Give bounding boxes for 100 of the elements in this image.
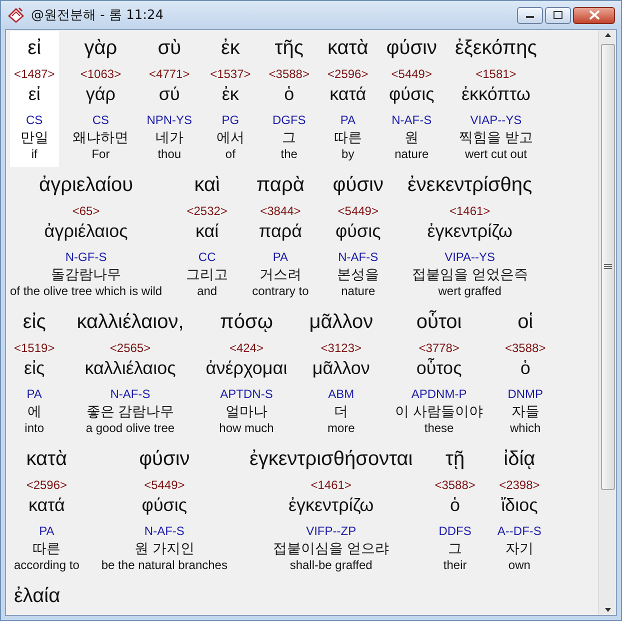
english-gloss: more: [327, 421, 355, 436]
close-icon: [588, 10, 600, 20]
korean-gloss: 그: [282, 128, 296, 147]
greek-word: ἐγκεντρισθήσονται: [249, 447, 413, 472]
word-block[interactable]: τῇ <3588> ὁ DDFS 그 their: [430, 442, 480, 578]
word-block[interactable]: σὺ <4771> σύ NPN-YS 네가 thou: [142, 31, 196, 167]
word-block[interactable]: ἀγριελαίου <65> ἀγριέλαιος N-GF-S 돌감람나무 of the olive tree which is wild: [6, 168, 166, 304]
korean-gloss: 좋은 감람나무: [86, 402, 174, 421]
strong-number: <1581>: [476, 66, 516, 82]
lexical-form: καλλιέλαιος: [84, 357, 176, 380]
lexical-form: καί: [195, 220, 219, 243]
korean-gloss: 얼마나: [225, 402, 268, 421]
word-block[interactable]: καὶ <2532> καί CC 그리고 and: [182, 168, 232, 304]
english-gloss: thou: [158, 147, 182, 162]
word-block[interactable]: καλλιέλαιον, <2565> καλλιέλαιος N-AF-S 좋은 감람나무 a good olive tree: [72, 305, 188, 441]
strong-number: <1487>: [14, 66, 55, 82]
korean-gloss: 접붙임을 얻었은즉: [412, 265, 528, 284]
parsing-code: VIFP--ZP: [306, 523, 356, 539]
english-gloss: contrary to: [252, 284, 309, 299]
strong-number: <5449>: [391, 66, 432, 82]
strong-number: <2565>: [110, 340, 151, 356]
strong-number: <2596>: [328, 66, 368, 82]
parsing-code: CS: [26, 112, 43, 128]
greek-word: φύσιν: [332, 173, 384, 198]
korean-gloss: 왜냐하면: [72, 128, 129, 147]
word-block[interactable]: ἐγκεντρισθήσονται <1461> ἐγκεντρίζω VIFP--ZP 접붙이심을 얻으랴 shall-be graffed: [245, 442, 417, 578]
parsing-code: N-GF-S: [65, 249, 107, 265]
english-gloss: a good olive tree: [86, 421, 175, 436]
strong-number: <65>: [72, 203, 100, 219]
word-block[interactable]: κατὰ <2596> κατά PA 따른 by: [324, 31, 372, 167]
english-gloss: of: [225, 147, 236, 162]
word-block[interactable]: γὰρ <1063> γάρ CS 왜냐하면 For: [68, 31, 133, 167]
greek-word: καλλιέλαιον,: [76, 310, 184, 335]
english-gloss: of the olive tree which is wild: [10, 284, 162, 299]
parsing-code: DNMP: [508, 386, 544, 402]
strong-number: <1537>: [210, 66, 251, 82]
maximize-button[interactable]: [545, 6, 571, 24]
parsing-code: PA: [340, 112, 356, 128]
lexical-form: ὁ: [284, 83, 294, 106]
word-block[interactable]: πόσῳ <424> ἀνέρχομαι APTDN-S 얼마나 how much: [202, 305, 292, 441]
word-block[interactable]: ἐλαία: [10, 579, 64, 615]
parsing-code: DDFS: [438, 523, 472, 539]
lexical-form: εἰς: [24, 357, 45, 380]
korean-gloss: 따른: [32, 539, 61, 558]
korean-gloss: 이 사람들이야: [395, 402, 483, 421]
scroll-thumb[interactable]: [600, 44, 614, 490]
parsing-code: ABM: [328, 386, 354, 402]
greek-word: μᾶλλον: [309, 310, 374, 335]
korean-gloss: 더: [334, 402, 348, 421]
greek-word: τῆς: [274, 36, 304, 61]
greek-word: ἐξεκόπης: [454, 36, 537, 61]
english-gloss: by: [342, 147, 354, 162]
korean-gloss: 자들: [511, 402, 540, 421]
word-block[interactable]: οἱ <3588> ὁ DNMP 자들 which: [501, 305, 550, 441]
korean-gloss: 에서: [216, 128, 244, 147]
word-block[interactable]: εἰ <1487> εἰ CS 만일 if: [10, 31, 59, 167]
word-block[interactable]: ἐνεκεντρίσθης <1461> ἐγκεντρίζω VIPA--YS 접붙임을 얻었은즉 wert graffed: [403, 168, 536, 304]
lexical-form: ἀγριέλαιος: [44, 220, 128, 243]
word-block[interactable]: ἐξεκόπης <1581> ἐκκόπτω VIAP--YS 찍힘을 받고 wert cut out: [450, 31, 541, 167]
greek-word: σὺ: [158, 36, 182, 61]
word-block[interactable]: φύσιν <5449> φύσις N-AF-S 원 nature: [382, 31, 441, 167]
english-gloss: these: [424, 421, 454, 436]
word-block[interactable]: παρὰ <3844> παρά PA 거스려 contrary to: [248, 168, 313, 304]
strong-number: <4771>: [149, 66, 190, 82]
greek-word: οἱ: [518, 310, 534, 335]
parsing-code: PA: [26, 386, 42, 402]
parsing-code: PA: [39, 523, 54, 539]
lexical-form: εἰ: [28, 83, 40, 106]
close-button[interactable]: [573, 6, 615, 24]
greek-word: ἐνεκεντρίσθης: [407, 173, 532, 198]
greek-word: φύσιν: [386, 36, 437, 61]
word-block[interactable]: οὗτοι <3778> οὗτος APDNM-P 이 사람들이야 these: [391, 305, 487, 441]
english-gloss: into: [24, 421, 44, 436]
strong-number: <2596>: [26, 477, 68, 493]
word-block[interactable]: εἰς <1519> εἰς PA 에 into: [10, 305, 59, 441]
lexical-form: φύσις: [335, 220, 381, 243]
lexical-form: σύ: [158, 83, 180, 106]
scrollbar[interactable]: [598, 30, 616, 615]
minimize-button[interactable]: [517, 6, 543, 24]
lexical-form: ἐγκεντρίζω: [288, 494, 374, 517]
word-block[interactable]: τῆς <3588> ὁ DGFS 그 the: [264, 31, 314, 167]
strong-number: <1461>: [310, 477, 352, 493]
lexical-form: ἐκκόπτω: [462, 83, 530, 106]
lexical-form: γάρ: [86, 83, 116, 106]
english-gloss: nature: [394, 147, 429, 162]
word-block[interactable]: ἐκ <1537> ἐκ PG 에서 of: [206, 31, 255, 167]
greek-word: ἐλαία: [14, 584, 60, 609]
korean-gloss: 찍힘을 받고: [459, 128, 533, 147]
parsing-code: APDNM-P: [411, 386, 467, 402]
word-block[interactable]: ἰδίᾳ <2398> ἴδιος A--DF-S 자기 own: [493, 442, 546, 578]
word-block[interactable]: φύσιν <5449> φύσις N-AF-S 본성을 nature: [328, 168, 388, 304]
english-gloss: wert graffed: [438, 284, 502, 299]
korean-gloss: 원 가지인: [134, 539, 194, 558]
korean-gloss: 네가: [155, 128, 184, 147]
korean-gloss: 접붙이심을 얻으랴: [273, 539, 390, 558]
parsing-code: NPN-YS: [146, 112, 192, 128]
english-gloss: nature: [341, 284, 376, 299]
word-block[interactable]: μᾶλλον <3123> μᾶλλον ABM 더 more: [305, 305, 378, 441]
word-block[interactable]: φύσιν <5449> φύσις N-AF-S 원 가지인 be the natural branches: [97, 442, 232, 578]
word-block[interactable]: κατὰ <2596> κατά PA 따른 according to: [10, 442, 84, 578]
